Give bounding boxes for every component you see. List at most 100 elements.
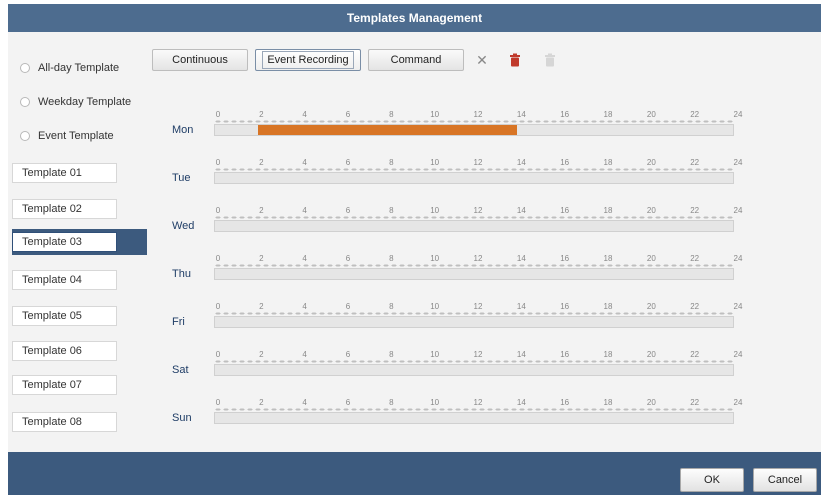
schedule-bar-sun[interactable] [214, 412, 734, 424]
hour-tick-label: 2 [259, 158, 264, 167]
clear-icon[interactable]: ✕ [472, 50, 492, 70]
template-item-08[interactable]: Template 08 [12, 410, 147, 434]
template-label: Template 04 [22, 274, 82, 286]
hour-tick-label: 22 [690, 398, 700, 407]
command-button[interactable]: Command [368, 49, 464, 71]
hour-tick-label: 20 [646, 350, 656, 359]
day-label-mon: Mon [172, 124, 194, 136]
hour-tick-label: 18 [603, 158, 613, 167]
hour-tick-label: 0 [215, 398, 221, 407]
template-item-06[interactable]: Template 06 [12, 339, 147, 363]
hour-tick-label: 10 [430, 158, 440, 167]
hour-tick-label: 8 [389, 254, 394, 263]
event-recording-button[interactable]: Event Recording [255, 49, 361, 71]
hour-tick-label: 4 [302, 350, 307, 359]
hour-tick-label: 10 [430, 254, 440, 263]
radio-circle[interactable] [20, 131, 30, 141]
schedule-bar-wed[interactable] [214, 220, 734, 232]
hour-tick-label: 10 [430, 110, 440, 119]
hour-tick-label: 20 [646, 254, 656, 263]
hour-tick-label: 24 [733, 158, 743, 167]
hour-tick-label: 18 [603, 254, 613, 263]
hour-tick-label: 16 [560, 254, 570, 263]
hour-tick-label: 20 [646, 158, 656, 167]
hour-tick-label: 2 [259, 398, 264, 407]
hour-tick-label: 6 [345, 398, 351, 407]
hour-tick-label: 22 [690, 254, 700, 263]
radio-label: Event Template [38, 130, 114, 142]
hour-tick-label: 14 [516, 206, 526, 215]
template-item-03[interactable]: Template 03 [12, 229, 147, 255]
delete-icon[interactable] [505, 50, 525, 70]
schedule-bar-sat[interactable] [214, 364, 734, 376]
hour-tick-label: 8 [389, 302, 394, 311]
hour-tick-label: 18 [603, 350, 613, 359]
template-item-01[interactable]: Template 01 [12, 161, 147, 185]
hour-tick-label: 4 [302, 398, 307, 407]
radio-all-day-template[interactable]: All-day Template [20, 62, 119, 74]
hour-tick-label: 0 [215, 350, 221, 359]
cancel-button[interactable]: Cancel [753, 468, 817, 492]
hour-tick-label: 2 [259, 110, 264, 119]
hour-tick-label: 18 [603, 398, 613, 407]
template-item-05[interactable]: Template 05 [12, 304, 147, 328]
hour-tick-label: 8 [389, 398, 394, 407]
schedule-bar-thu[interactable] [214, 268, 734, 280]
template-item-02[interactable]: Template 02 [12, 197, 147, 221]
hour-tick-label: 0 [215, 206, 221, 215]
hour-tick-label: 16 [560, 110, 570, 119]
hour-tick-label: 16 [560, 302, 570, 311]
radio-circle[interactable] [20, 63, 30, 73]
hour-tick-label: 22 [690, 302, 700, 311]
template-item-04[interactable]: Template 04 [12, 268, 147, 292]
hour-dots [214, 312, 734, 315]
hour-tick-label: 0 [215, 110, 221, 119]
hour-tick-label: 22 [690, 110, 700, 119]
radio-circle[interactable] [20, 97, 30, 107]
radio-weekday-template[interactable]: Weekday Template [20, 96, 131, 108]
hour-tick-label: 6 [345, 254, 351, 263]
ok-button[interactable]: OK [680, 468, 744, 492]
hour-tick-label: 14 [516, 398, 526, 407]
hour-tick-label: 4 [302, 110, 307, 119]
hour-ticks: 0 2 4 6 8 10 12 14 16 18 20 22 24 [214, 302, 743, 312]
hour-tick-label: 16 [560, 398, 570, 407]
hour-tick-label: 2 [259, 350, 264, 359]
hour-tick-label: 4 [302, 206, 307, 215]
event-recording-label: Event Recording [262, 51, 354, 69]
hour-tick-label: 16 [560, 350, 570, 359]
dialog-title: Templates Management [8, 4, 821, 32]
hour-tick-label: 8 [389, 158, 394, 167]
hour-tick-label: 14 [516, 158, 526, 167]
day-label-tue: Tue [172, 172, 191, 184]
hour-tick-label: 14 [516, 110, 526, 119]
hour-tick-label: 6 [345, 350, 351, 359]
hour-tick-label: 6 [345, 206, 351, 215]
schedule-segment[interactable] [258, 125, 518, 135]
hour-tick-label: 0 [215, 302, 221, 311]
hour-dots [214, 408, 734, 411]
day-label-thu: Thu [172, 268, 191, 280]
hour-tick-label: 18 [603, 206, 613, 215]
template-item-07[interactable]: Template 07 [12, 373, 147, 397]
hour-tick-label: 24 [733, 350, 743, 359]
radio-label: All-day Template [38, 62, 120, 74]
day-label-sat: Sat [172, 364, 189, 376]
hour-tick-label: 20 [646, 110, 656, 119]
delete-all-icon[interactable] [540, 50, 560, 70]
hour-tick-label: 10 [430, 302, 440, 311]
hour-tick-label: 14 [516, 254, 526, 263]
schedule-bar-mon[interactable] [214, 124, 734, 136]
continuous-button[interactable]: Continuous [152, 49, 248, 71]
radio-event-template[interactable]: Event Template [20, 130, 114, 142]
day-label-sun: Sun [172, 412, 192, 424]
hour-tick-label: 20 [646, 398, 656, 407]
schedule-bar-tue[interactable] [214, 172, 734, 184]
hour-tick-label: 6 [345, 302, 351, 311]
hour-tick-label: 16 [560, 206, 570, 215]
hour-tick-label: 12 [473, 398, 483, 407]
hour-tick-label: 24 [733, 110, 743, 119]
hour-tick-label: 10 [430, 398, 440, 407]
template-label: Template 06 [22, 345, 82, 357]
schedule-bar-fri[interactable] [214, 316, 734, 328]
